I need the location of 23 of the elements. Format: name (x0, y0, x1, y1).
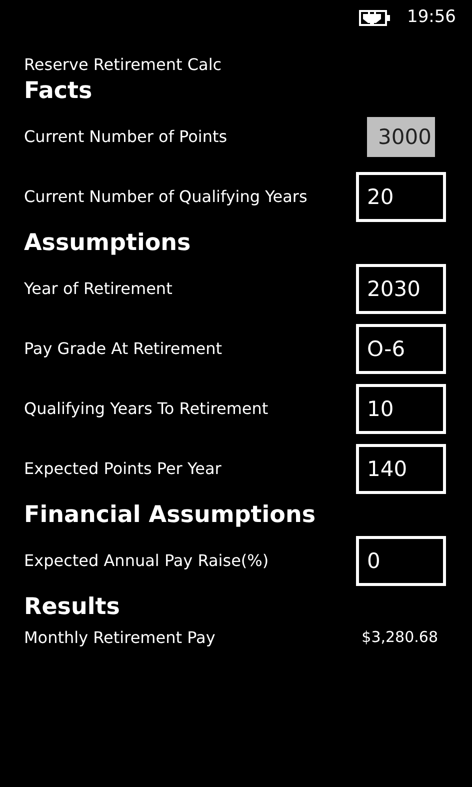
input-field[interactable]: O-6 (356, 324, 446, 374)
input-field[interactable]: 0 (356, 536, 446, 586)
input-field[interactable]: 20 (356, 172, 446, 222)
section-heading: Financial Assumptions (24, 500, 317, 530)
input-field[interactable]: 3000 (367, 116, 435, 157)
section-heading: Assumptions (24, 228, 192, 258)
field-label: Current Number of Points (24, 126, 228, 148)
field-label: Expected Points Per Year (24, 458, 222, 480)
field-label: Expected Annual Pay Raise(%) (24, 550, 269, 572)
input-field[interactable]: 10 (356, 384, 446, 434)
field-label: Qualifying Years To Retirement (24, 398, 268, 420)
field-label: Monthly Retirement Pay (24, 626, 216, 649)
section-heading: Facts (24, 77, 94, 106)
section-heading: Results (24, 592, 121, 622)
field-label: Year of Retirement (24, 278, 172, 300)
input-field[interactable]: 2030 (356, 264, 446, 314)
result-value: $3,280.68 (362, 627, 439, 648)
input-field[interactable]: 140 (356, 444, 446, 494)
clock-time: 19:56 (407, 6, 456, 30)
battery-charging-icon (359, 10, 391, 26)
field-label: Current Number of Qualifying Years (24, 186, 308, 208)
field-label: Pay Grade At Retirement (24, 338, 222, 360)
app-title: Reserve Retirement Calc (24, 54, 223, 76)
